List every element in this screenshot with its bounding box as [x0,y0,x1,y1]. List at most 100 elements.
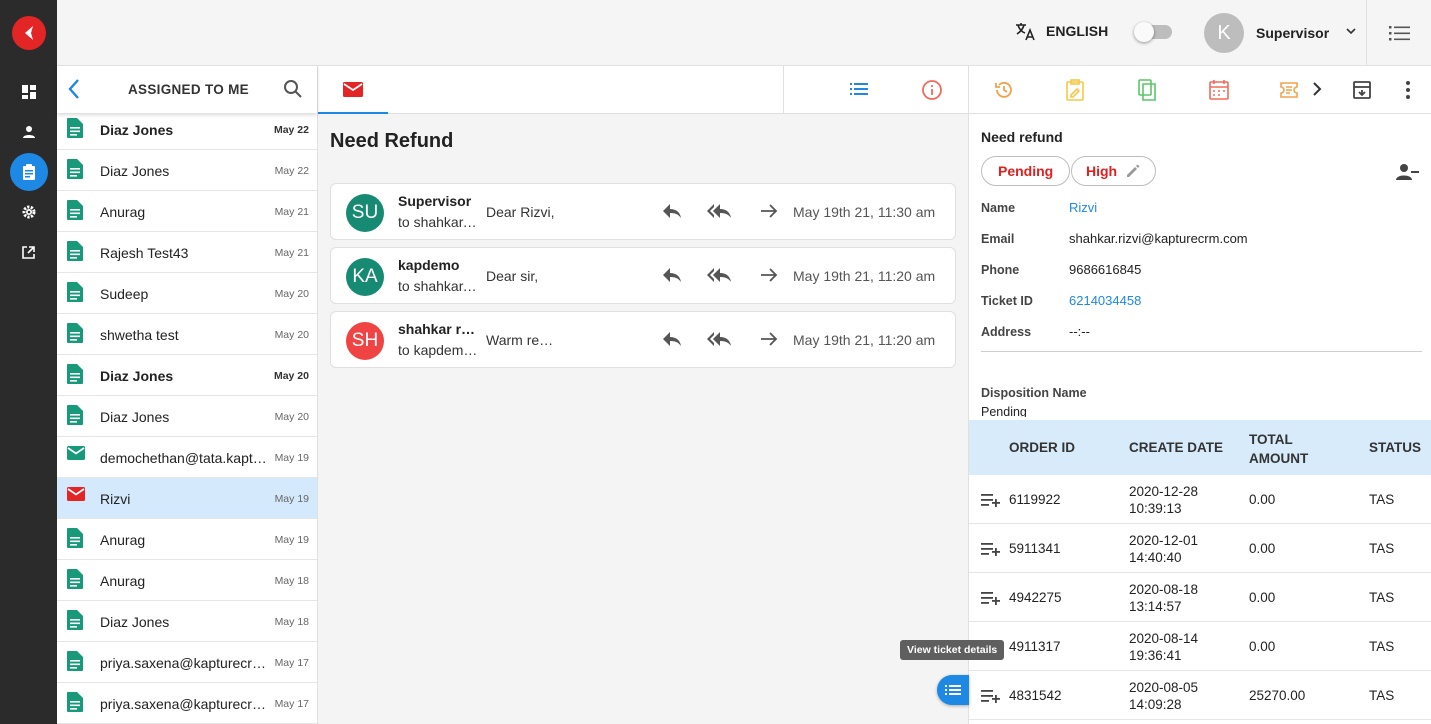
notes-icon[interactable] [1065,79,1085,101]
ticket-doc-icon [67,692,83,717]
reply-icon[interactable] [661,330,683,348]
reply-icon[interactable] [661,202,683,220]
kapture-logo[interactable] [11,16,46,50]
ticket-doc-icon [67,118,83,143]
info-icon[interactable] [921,79,943,101]
person-icon[interactable] [0,112,57,152]
list-menu-icon[interactable] [1389,23,1411,43]
email-card[interactable]: SH shahkar rizvi to kapdemo@kapturecrm.com… [330,311,956,368]
tickets-nav[interactable] [0,152,57,192]
forward-icon[interactable] [759,202,779,220]
order-amount: 0.00 [1249,492,1276,507]
topbar-divider [1366,0,1367,66]
list-item-name: Anurag [100,573,146,589]
copy-icon[interactable] [1137,79,1157,101]
forward-icon[interactable] [759,266,779,284]
ticket-list-panel: ASSIGNED TO ME Diaz Jones May 22 Diaz Jone… [57,66,318,724]
conversation-panel: Need Refund SU Supervisor to shahkar.rizvi… [318,66,968,724]
list-item[interactable]: priya.saxena@kapturecrm.com May 17 [57,683,317,724]
table-row[interactable]: 4831542 2020-08-05 14:09:28 25270.00 TAS [969,671,1431,720]
list-item[interactable]: Diaz Jones May 22 [57,109,317,150]
list-item[interactable]: Anurag May 18 [57,560,317,601]
language-selector[interactable]: ENGLISH [1014,20,1108,42]
order-amount: 0.00 [1249,590,1276,605]
user-avatar[interactable]: K [1204,13,1244,53]
list-item-name: Diaz Jones [100,409,170,425]
mail-icon [67,487,85,506]
table-row[interactable]: 6119922 2020-12-28 10:39:13 0.00 TAS [969,475,1431,524]
theme-toggle[interactable] [1134,22,1172,42]
list-item[interactable]: Sudeep May 20 [57,273,317,314]
external-link-icon[interactable] [0,232,57,272]
more-vert-icon[interactable] [1405,79,1411,101]
channel-tabs [318,66,968,114]
list-item-date: May 21 [274,247,309,259]
email-card[interactable]: SU Supervisor to shahkar.rizvi@kapturecrm.… [330,183,956,240]
playlist-add-icon[interactable] [981,492,1001,508]
list-item[interactable]: demochethan@tata.kapturecrm.com May 19 [57,437,317,478]
disposition-value: Pending [981,405,1027,417]
list-item[interactable]: Diaz Jones May 20 [57,396,317,437]
list-item-date: May 20 [273,370,309,382]
list-item[interactable]: Anurag May 19 [57,519,317,560]
ticket-doc-icon [67,610,83,635]
view-ticket-details-button[interactable] [937,675,969,705]
back-arrow-icon[interactable] [67,78,81,100]
table-row[interactable]: 5911341 2020-12-01 14:40:40 0.00 TAS [969,524,1431,573]
search-icon[interactable] [283,79,303,99]
list-item[interactable]: Diaz Jones May 20 [57,355,317,396]
list-item[interactable]: shwetha test May 20 [57,314,317,355]
dashboard-icon[interactable] [0,72,57,112]
field-value[interactable]: Rizvi [1069,200,1097,215]
history-icon[interactable] [993,79,1015,101]
email-time: May 19th 21, 11:30 am [793,204,936,220]
user-name[interactable]: Supervisor [1256,25,1329,41]
remove-user-icon[interactable] [1396,163,1420,181]
list-item[interactable]: Diaz Jones May 18 [57,601,317,642]
table-row[interactable]: 4942275 2020-08-18 13:14:57 0.00 TAS [969,573,1431,622]
ticket-doc-icon [67,159,83,184]
list-item[interactable]: priya.saxena@kapturecrm.com May 17 [57,642,317,683]
ticket-icon[interactable] [1279,79,1299,101]
reply-all-icon[interactable] [707,330,733,348]
playlist-add-icon[interactable] [981,541,1001,557]
order-id: 4942275 [1009,590,1062,605]
forward-icon[interactable] [759,330,779,348]
order-id: 4831542 [1009,688,1062,703]
list-item[interactable]: Rajesh Test43 May 21 [57,232,317,273]
field-label: Phone [981,263,1020,277]
order-date: 2020-12-01 14:40:40 [1129,533,1199,565]
list-item[interactable]: Rizvi May 19 [57,478,317,519]
playlist-add-icon[interactable] [981,688,1001,704]
playlist-add-icon[interactable] [981,590,1001,606]
status-pill[interactable]: Pending [981,156,1071,186]
chevron-down-icon[interactable] [1344,24,1358,38]
priority-pill[interactable]: High [1071,156,1157,186]
email-card[interactable]: KA kapdemo to shahkar.rizvi@kapturecrm.com… [330,247,956,304]
pencil-icon[interactable] [1125,163,1141,179]
ticket-doc-icon [67,569,83,594]
list-item-name: Diaz Jones [100,368,174,384]
list-item[interactable]: Anurag May 21 [57,191,317,232]
email-snippet: Warm regards [486,332,556,348]
email-snippet: Dear Rizvi, [486,204,555,220]
language-label: ENGLISH [1046,23,1109,39]
ticket-doc-icon [67,405,83,430]
field-value: 9686616845 [1069,262,1142,277]
archive-icon[interactable] [1351,79,1373,101]
chevron-right-icon[interactable] [1311,81,1323,97]
list-icon[interactable] [850,81,868,97]
tab-email[interactable] [318,66,388,114]
email-time: May 19th 21, 11:20 am [793,268,936,284]
list-item[interactable]: Diaz Jones May 22 [57,150,317,191]
reply-all-icon[interactable] [707,202,733,220]
calendar-icon[interactable] [1209,79,1229,101]
field-value[interactable]: 6214034458 [1069,293,1141,308]
gear-icon[interactable] [0,192,57,232]
reply-all-icon[interactable] [707,266,733,284]
reply-icon[interactable] [661,266,683,284]
field-value: shahkar.rizvi@kapturecrm.com [1069,231,1248,246]
ticket-details-panel: Need refund Pending High Name Rizvi Email s… [783,66,1431,724]
table-row[interactable]: 4911317 2020-08-14 19:36:41 0.00 TAS [969,622,1431,671]
list-item-name: Diaz Jones [100,163,170,179]
